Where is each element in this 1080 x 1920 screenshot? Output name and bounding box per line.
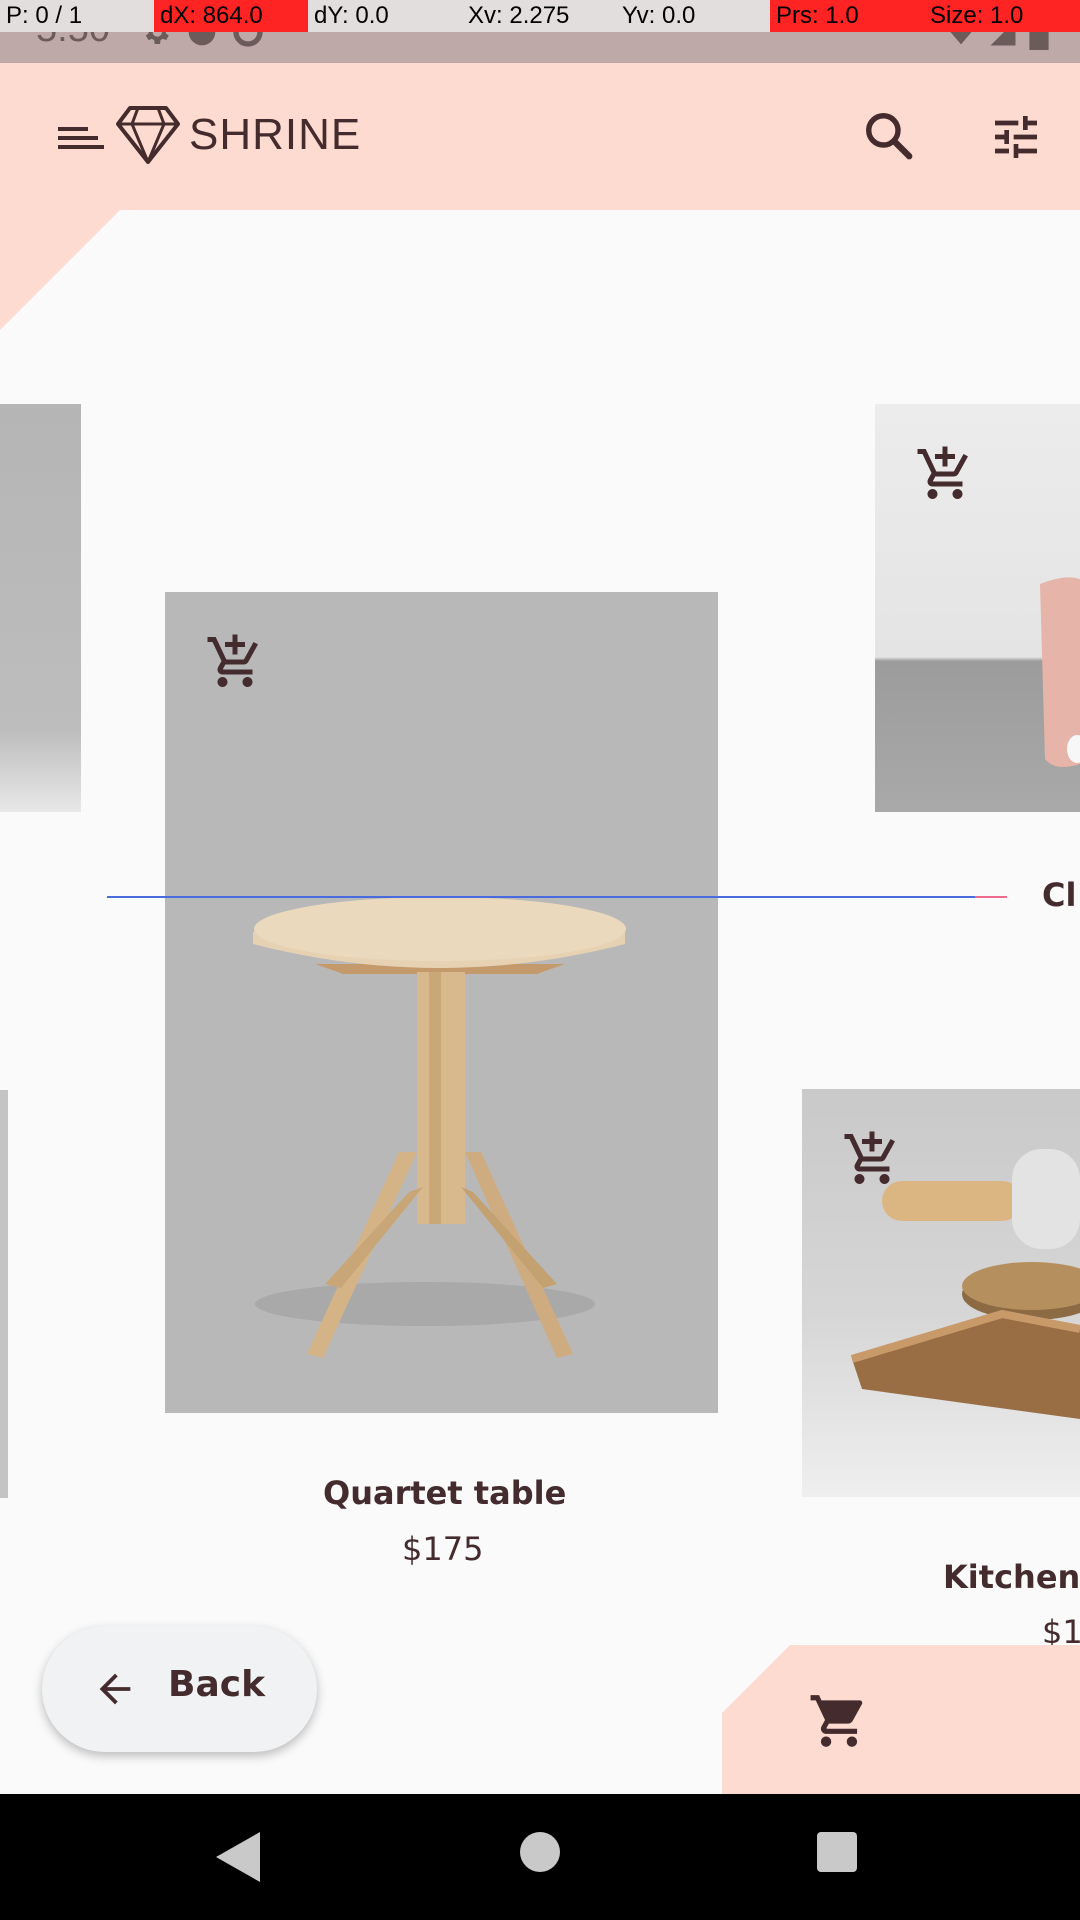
pointer-location-overlay: P: 0 / 1 dX: 864.0 dY: 0.0 Xv: 2.275 Yv:… — [0, 0, 1080, 32]
menu-icon[interactable] — [56, 113, 106, 163]
product-name: Cl — [1042, 876, 1077, 914]
nav-recents-icon[interactable] — [817, 1832, 857, 1872]
search-icon[interactable] — [862, 109, 916, 163]
debug-xv: Xv: 2.275 — [468, 2, 570, 29]
product-card-kitchen[interactable] — [802, 1089, 1080, 1497]
debug-yv: Yv: 0.0 — [622, 2, 696, 29]
product-photo — [850, 1149, 1080, 1419]
back-button-label: Back — [168, 1664, 266, 1705]
cart-bottom-sheet[interactable] — [722, 1645, 1080, 1794]
debug-dy: dY: 0.0 — [314, 2, 389, 29]
product-price: $175 — [402, 1530, 484, 1568]
debug-pressure: Prs: 1.0 — [770, 0, 924, 32]
product-photo — [1040, 577, 1080, 768]
touch-trace-line — [107, 896, 1007, 898]
shopping-cart-icon[interactable] — [808, 1690, 870, 1752]
touch-trace-end — [975, 896, 1007, 898]
arrow-back-icon — [99, 1673, 131, 1705]
debug-size: Size: 1.0 — [924, 0, 1080, 32]
system-navigation-bar — [0, 1794, 1080, 1920]
tune-icon[interactable] — [988, 109, 1044, 165]
nav-back-icon[interactable] — [212, 1830, 262, 1884]
product-card-quartet-table[interactable] — [165, 592, 718, 1413]
corner-wedge-decoration — [0, 210, 120, 330]
back-button[interactable]: Back — [42, 1626, 317, 1752]
quartet-table-photo — [253, 897, 626, 1358]
top-app-bar: SHRINE — [0, 63, 1080, 210]
product-name: Quartet table — [323, 1474, 567, 1512]
diamond-logo-icon — [116, 106, 180, 164]
debug-pointers: P: 0 / 1 — [6, 2, 83, 29]
product-card-classic[interactable] — [875, 404, 1080, 812]
app-title: SHRINE — [189, 110, 362, 159]
product-card-image[interactable] — [0, 404, 81, 812]
product-card-image[interactable] — [0, 1090, 8, 1498]
product-name: Kitchen — [943, 1558, 1080, 1596]
debug-dx: dX: 864.0 — [154, 0, 308, 32]
nav-home-icon[interactable] — [520, 1832, 560, 1872]
